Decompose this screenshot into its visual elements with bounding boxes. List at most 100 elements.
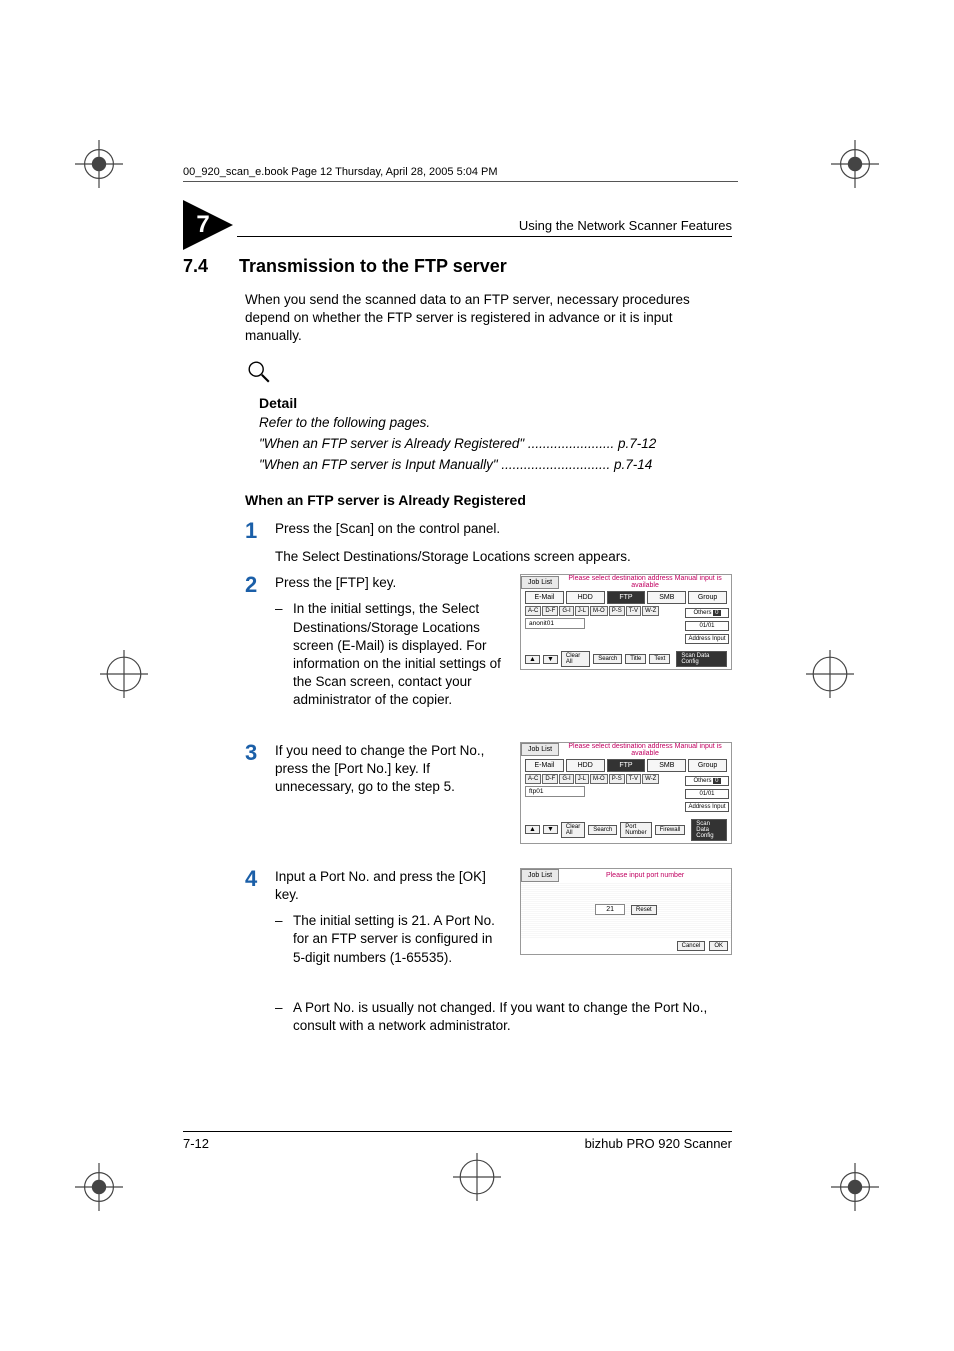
fig1-others-button[interactable]: Others 0 — [685, 608, 729, 618]
detail-magnifier-icon — [245, 358, 732, 391]
crop-mark-icon — [75, 1163, 123, 1211]
fig3-reset-button[interactable]: Reset — [631, 905, 657, 915]
step-1: 1 Press the [Scan] on the control panel.… — [245, 520, 732, 566]
fig2-abc-6[interactable]: T-V — [626, 774, 641, 784]
running-header: Using the Network Scanner Features — [519, 218, 732, 233]
crop-mark-icon — [831, 1163, 879, 1211]
fig1-text-button[interactable]: Text — [649, 654, 670, 664]
section-heading: 7.4Transmission to the FTP server — [183, 256, 732, 277]
fig1-abc-0[interactable]: A-C — [525, 606, 541, 616]
fig1-up-button[interactable]: ▲ — [525, 655, 540, 664]
fig3-job-list-button[interactable]: Job List — [521, 869, 559, 882]
fig2-abc-0[interactable]: A-C — [525, 774, 541, 784]
step-2: 2 Press the [FTP] key. –In the initial s… — [245, 574, 506, 710]
chapter-number: 7 — [196, 211, 209, 239]
fig1-scan-config-button[interactable]: Scan Data Config — [676, 651, 727, 667]
fig3-port-value[interactable]: 21 — [595, 904, 625, 915]
fig1-title-button[interactable]: Title — [625, 654, 646, 664]
detail-ref-2: "When an FTP server is Input Manually" .… — [259, 457, 732, 472]
step-2-text: Press the [FTP] key. — [275, 574, 506, 592]
detail-refer: Refer to the following pages. — [259, 415, 732, 430]
crop-mark-icon — [806, 650, 854, 698]
fig1-abc-5[interactable]: P-S — [609, 606, 625, 616]
step-1-number: 1 — [245, 520, 275, 566]
fig2-tab-hdd[interactable]: HDD — [566, 759, 605, 772]
figure-ftp-list-1: Job List Please select destination addre… — [520, 574, 732, 670]
crop-mark-icon — [453, 1153, 501, 1201]
fig2-scan-config-button[interactable]: Scan Data Config — [691, 819, 727, 841]
fig1-tab-hdd[interactable]: HDD — [566, 591, 605, 604]
fig2-abc-3[interactable]: J-L — [575, 774, 589, 784]
step-3: 3 If you need to change the Port No., pr… — [245, 742, 506, 797]
fig1-abc-7[interactable]: W-Z — [642, 606, 659, 616]
subheading: When an FTP server is Already Registered — [245, 492, 732, 508]
fig2-list-item[interactable]: ftp01 — [525, 786, 585, 797]
step-4-number: 4 — [245, 868, 275, 967]
fig2-firewall-button[interactable]: Firewall — [655, 825, 686, 835]
fig2-tab-smb[interactable]: SMB — [647, 759, 686, 772]
fig2-others-button[interactable]: Others 0 — [685, 776, 729, 786]
step-4-bullet-1: The initial setting is 21. A Port No. fo… — [293, 912, 506, 967]
fig1-tab-group[interactable]: Group — [688, 591, 727, 604]
section-number: 7.4 — [183, 256, 239, 277]
step-3-number: 3 — [245, 742, 275, 797]
fig1-tab-email[interactable]: E-Mail — [525, 591, 564, 604]
fig1-abc-4[interactable]: M-O — [590, 606, 608, 616]
crop-mark-icon — [100, 650, 148, 698]
fig2-up-button[interactable]: ▲ — [525, 825, 540, 834]
step-2-number: 2 — [245, 574, 275, 710]
chapter-number-badge: 7 — [183, 200, 233, 250]
fig2-count: 01/01 — [685, 789, 729, 799]
fig2-portno-button[interactable]: Port Number — [620, 822, 651, 838]
fig1-abc-3[interactable]: J-L — [575, 606, 589, 616]
page-footer: 7-12 bizhub PRO 920 Scanner — [183, 1131, 732, 1151]
fig1-abc-1[interactable]: D-F — [542, 606, 558, 616]
fig2-message: Please select destination address Manual… — [559, 743, 731, 757]
pdf-header-text: 00_920_scan_e.book Page 12 Thursday, Apr… — [183, 166, 498, 178]
fig2-tab-email[interactable]: E-Mail — [525, 759, 564, 772]
fig2-job-list-button[interactable]: Job List — [521, 743, 559, 756]
fig1-message: Please select destination address Manual… — [559, 575, 731, 589]
fig2-down-button[interactable]: ▼ — [543, 825, 558, 834]
fig2-abc-1[interactable]: D-F — [542, 774, 558, 784]
fig1-abc-6[interactable]: T-V — [626, 606, 641, 616]
fig2-tab-ftp[interactable]: FTP — [607, 759, 646, 772]
step-2-bullet: In the initial settings, the Select Dest… — [293, 600, 506, 709]
fig3-ok-button[interactable]: OK — [709, 941, 728, 951]
detail-label: Detail — [259, 395, 732, 411]
fig2-address-input-button[interactable]: Address Input — [685, 802, 729, 812]
step-4-bullet-2: A Port No. is usually not changed. If yo… — [293, 999, 732, 1035]
fig1-job-list-button[interactable]: Job List — [521, 576, 559, 589]
step-1-result: The Select Destinations/Storage Location… — [275, 548, 732, 566]
fig1-search-button[interactable]: Search — [593, 654, 622, 664]
footer-page-number: 7-12 — [183, 1136, 209, 1151]
figure-port-input: Job List Please input port number 21 Res… — [520, 868, 732, 955]
step-1-text: Press the [Scan] on the control panel. — [275, 520, 732, 538]
fig1-count: 01/01 — [685, 621, 729, 631]
figure-ftp-list-2: Job List Please select destination addre… — [520, 742, 732, 844]
detail-ref-1: "When an FTP server is Already Registere… — [259, 436, 732, 451]
crop-mark-icon — [831, 140, 879, 188]
fig1-tab-ftp[interactable]: FTP — [607, 591, 646, 604]
running-header-rule — [237, 236, 732, 237]
fig1-abc-2[interactable]: G-I — [559, 606, 573, 616]
fig2-clear-button[interactable]: Clear All — [561, 822, 585, 838]
crop-mark-icon — [75, 140, 123, 188]
footer-product: bizhub PRO 920 Scanner — [585, 1136, 732, 1151]
fig3-cancel-button[interactable]: Cancel — [677, 941, 706, 951]
pdf-header-line: 00_920_scan_e.book Page 12 Thursday, Apr… — [183, 166, 738, 182]
step-3-text: If you need to change the Port No., pres… — [275, 742, 506, 797]
fig2-tab-group[interactable]: Group — [688, 759, 727, 772]
fig1-address-input-button[interactable]: Address Input — [685, 634, 729, 644]
fig2-abc-4[interactable]: M-O — [590, 774, 608, 784]
fig2-abc-5[interactable]: P-S — [609, 774, 625, 784]
step-4: 4 Input a Port No. and press the [OK] ke… — [245, 868, 506, 967]
fig1-tab-smb[interactable]: SMB — [647, 591, 686, 604]
fig1-clear-button[interactable]: Clear All — [561, 651, 590, 667]
fig1-down-button[interactable]: ▼ — [543, 655, 558, 664]
fig2-abc-7[interactable]: W-Z — [642, 774, 659, 784]
fig1-list-item[interactable]: anonit01 — [525, 618, 585, 629]
step-4-text: Input a Port No. and press the [OK] key. — [275, 868, 506, 904]
fig2-search-button[interactable]: Search — [588, 825, 617, 835]
fig2-abc-2[interactable]: G-I — [559, 774, 573, 784]
